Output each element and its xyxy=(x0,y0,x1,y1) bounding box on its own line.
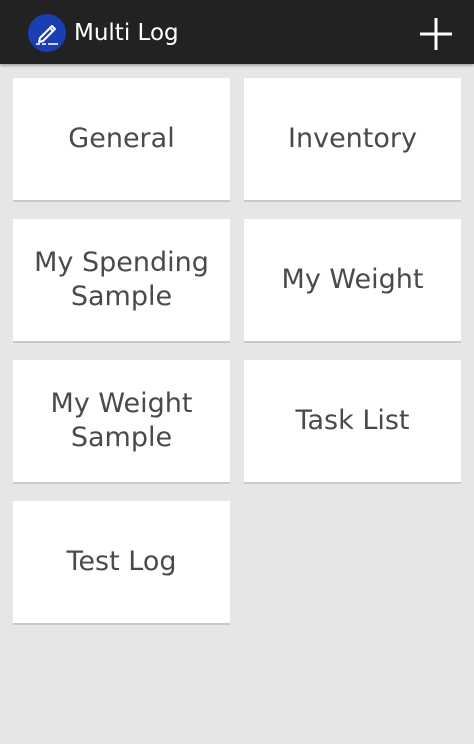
log-tile-my-spending-sample[interactable]: My Spending Sample xyxy=(13,219,230,343)
plus-icon xyxy=(420,18,452,50)
add-log-button[interactable] xyxy=(416,14,456,54)
log-tile-label: Task List xyxy=(295,405,410,436)
log-tile-my-weight[interactable]: My Weight xyxy=(244,219,461,343)
log-tile-label: General xyxy=(68,123,175,154)
log-tile-label: My Weight Sample xyxy=(50,388,193,453)
log-tile-inventory[interactable]: Inventory xyxy=(244,78,461,202)
log-tile-task-list[interactable]: Task List xyxy=(244,360,461,484)
log-tile-label: My Weight xyxy=(281,264,424,295)
app-bar: Multi Log xyxy=(0,0,474,64)
log-tile-test-log[interactable]: Test Log xyxy=(13,501,230,625)
log-tile-general[interactable]: General xyxy=(13,78,230,202)
pen-signature-icon xyxy=(28,14,66,52)
log-tile-label: Inventory xyxy=(288,123,417,154)
log-tile-label: My Spending Sample xyxy=(34,247,209,312)
app-title: Multi Log xyxy=(74,20,179,46)
log-tile-my-weight-sample[interactable]: My Weight Sample xyxy=(13,360,230,484)
log-tile-label: Test Log xyxy=(66,546,177,577)
